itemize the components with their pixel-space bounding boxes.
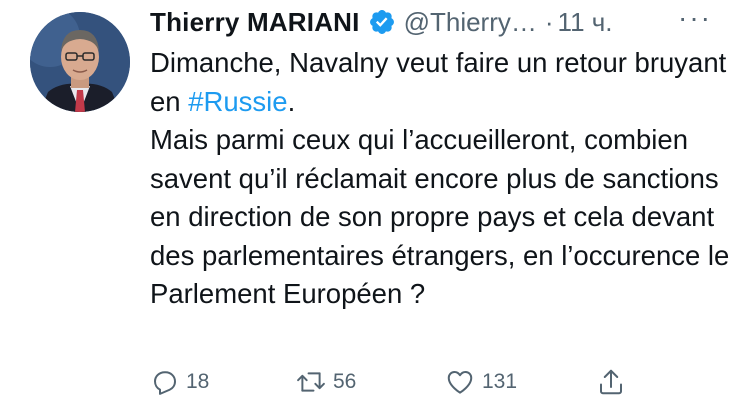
separator-dot: · [544,6,554,37]
reply-icon [150,367,180,397]
tweet-paragraph-1: Dimanche, Navalny veut faire un retour b… [150,44,740,121]
like-icon [444,367,476,397]
author-handle[interactable]: @Thierry… [404,7,537,38]
share-icon [596,366,626,398]
retweet-button[interactable]: 56 [295,362,356,402]
hashtag-link[interactable]: #Russie [188,86,287,117]
tweet-actions: 18 56 131 [150,362,630,402]
more-horizontal-icon[interactable]: ··· [678,4,712,32]
verified-badge-icon [368,8,396,36]
avatar-image [30,12,130,112]
retweet-count: 56 [333,370,357,393]
reply-count: 18 [186,370,210,393]
like-button[interactable]: 131 [444,362,517,402]
tweet-text-segment: . [287,85,296,117]
timestamp[interactable]: 11 ч. [558,7,613,38]
like-count: 131 [482,370,518,393]
share-button[interactable] [596,362,626,402]
retweet-icon [295,367,327,397]
avatar[interactable] [30,12,130,112]
tweet-header: Thierry MARIANI @Thierry… · 11 ч. [150,4,613,40]
tweet[interactable]: Thierry MARIANI @Thierry… · 11 ч. ··· Di… [0,0,750,414]
tweet-text: Dimanche, Navalny veut faire un retour b… [150,44,740,314]
author-name[interactable]: Thierry MARIANI [150,7,360,38]
reply-button[interactable]: 18 [150,362,209,402]
tweet-paragraph-2: Mais parmi ceux qui l’accueilleront, com… [150,124,730,309]
